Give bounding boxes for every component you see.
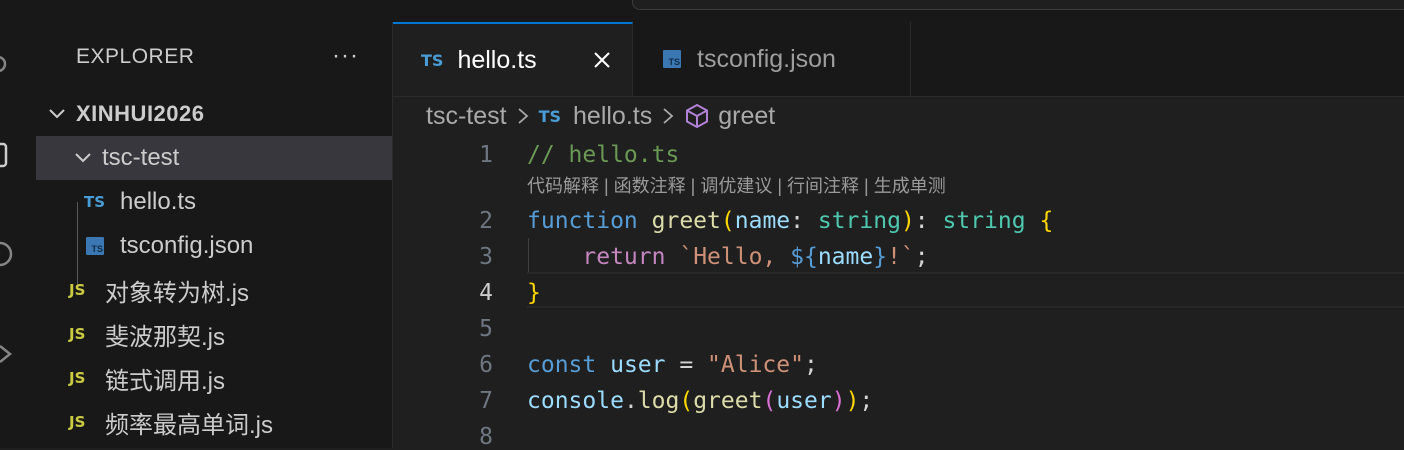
breadcrumb-file[interactable]: hello.ts xyxy=(573,102,652,131)
code-line-2: function greet(name: string): string { xyxy=(527,208,1054,234)
search-icon[interactable] xyxy=(0,52,14,80)
file-row-hello-ts[interactable]: TS hello.ts xyxy=(36,180,392,224)
code-line-1: // hello.ts xyxy=(527,142,680,168)
tsconfig-file-icon: TS xyxy=(663,50,681,68)
file-name: 斐波那契.js xyxy=(105,323,225,351)
line-number: 7 xyxy=(479,388,493,414)
typescript-file-icon: TS xyxy=(84,193,106,211)
file-name: hello.ts xyxy=(120,188,197,215)
explorer-title: EXPLORER xyxy=(76,45,195,68)
line-number: 3 xyxy=(479,244,493,270)
workspace-row[interactable]: XINHUI2026 xyxy=(36,92,392,136)
line-number: 8 xyxy=(479,424,493,450)
file-name: 对象转为树.js xyxy=(105,279,249,307)
file-row-js[interactable]: JS 频率最高单词.js xyxy=(36,400,392,444)
activity-bar xyxy=(0,22,37,448)
file-name: tsconfig.json xyxy=(120,232,254,259)
code-line-4: } xyxy=(527,280,541,306)
tab-label: hello.ts xyxy=(457,45,537,74)
tsconfig-file-icon: TS xyxy=(86,237,114,255)
chevron-right-icon xyxy=(663,108,674,124)
workspace-name: XINHUI2026 xyxy=(76,101,205,126)
chevron-right-icon[interactable] xyxy=(0,340,14,368)
codelens-actions[interactable]: 代码解释 | 函数注释 | 调优建议 | 行间注释 | 生成单测 xyxy=(527,172,946,198)
line-number: 2 xyxy=(479,208,493,234)
method-cube-icon xyxy=(686,103,709,129)
title-bar xyxy=(0,0,1404,22)
chevron-down-icon xyxy=(75,153,91,163)
tab-label: tsconfig.json xyxy=(697,44,836,73)
tab-hello-ts[interactable]: TS hello.ts xyxy=(393,22,633,96)
javascript-file-icon: JS xyxy=(69,325,86,343)
chevron-right-icon xyxy=(517,108,528,124)
close-icon[interactable] xyxy=(592,50,612,70)
folder-row-tsc-test[interactable]: tsc-test xyxy=(36,136,392,180)
file-row-js[interactable]: JS 对象转为树.js xyxy=(36,268,392,312)
file-row-tsconfig[interactable]: TS tsconfig.json xyxy=(36,224,392,268)
typescript-file-icon: TS xyxy=(421,50,444,70)
chevron-down-icon xyxy=(49,109,65,119)
file-row-js[interactable]: JS 斐波那契.js xyxy=(36,312,392,356)
editor-tabs: TS hello.ts TS tsconfig.json xyxy=(393,22,1404,97)
code-editor[interactable]: 1 2 3 4 5 6 7 8 // hello.ts 代码解释 | 函数注释 … xyxy=(393,136,1404,450)
line-number: 5 xyxy=(479,316,493,342)
breadcrumb-symbol[interactable]: greet xyxy=(718,102,775,131)
current-line-highlight xyxy=(527,272,1404,308)
command-center[interactable] xyxy=(632,0,1404,10)
file-name: 频率最高单词.js xyxy=(105,411,273,439)
code-line-6: const user = "Alice"; xyxy=(527,352,818,378)
code-line-7: console.log(greet(user)); xyxy=(527,388,874,414)
file-name: 链式调用.js xyxy=(105,367,225,395)
tab-tsconfig-json[interactable]: TS tsconfig.json xyxy=(633,22,911,96)
folder-name: tsc-test xyxy=(102,144,180,171)
run-debug-icon[interactable] xyxy=(0,240,14,268)
source-control-icon[interactable] xyxy=(0,140,14,168)
javascript-file-icon: JS xyxy=(69,369,86,387)
explorer-sidebar: EXPLORER ··· XINHUI2026 tsc-test TS hell… xyxy=(36,22,393,448)
javascript-file-icon: JS xyxy=(69,281,86,299)
breadcrumb: tsc-test TS hello.ts greet xyxy=(426,96,775,136)
typescript-file-icon: TS xyxy=(538,106,562,126)
file-row-js[interactable]: JS 链式调用.js xyxy=(36,356,392,400)
line-number: 1 xyxy=(479,142,493,168)
line-number: 6 xyxy=(479,352,493,378)
code-line-3: return `Hello, ${name}!`; xyxy=(582,244,929,270)
breadcrumb-folder[interactable]: tsc-test xyxy=(426,102,507,131)
line-number-active: 4 xyxy=(479,280,493,306)
javascript-file-icon: JS xyxy=(69,413,86,431)
more-actions-button[interactable]: ··· xyxy=(332,42,359,70)
